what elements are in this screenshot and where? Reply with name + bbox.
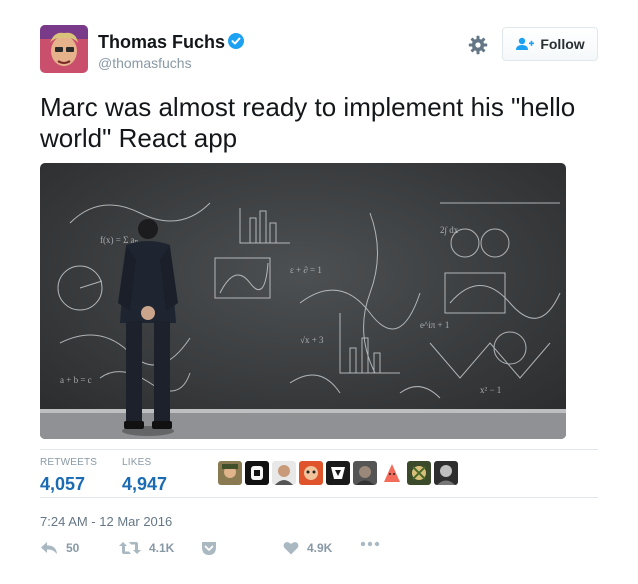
retweet-button[interactable]: 4.1K	[119, 541, 174, 555]
svg-text:e^iπ + 1: e^iπ + 1	[420, 320, 449, 330]
liker-avatar[interactable]	[299, 461, 323, 485]
svg-text:√x + 3: √x + 3	[300, 335, 324, 345]
follow-label: Follow	[540, 36, 585, 52]
more-icon	[360, 541, 380, 547]
follow-button[interactable]: Follow	[502, 27, 598, 61]
user-avatar[interactable]	[40, 25, 88, 73]
likes-stat[interactable]: LIKES 4,947	[122, 457, 167, 495]
tweet-text: Marc was almost ready to implement his "…	[40, 92, 576, 153]
tweet-timestamp[interactable]: 7:24 AM - 12 Mar 2016	[40, 514, 172, 529]
liker-avatar[interactable]	[353, 461, 377, 485]
liker-avatar[interactable]	[434, 461, 458, 485]
likes-label: LIKES	[122, 457, 152, 468]
liker-avatar[interactable]	[245, 461, 269, 485]
gear-icon[interactable]	[468, 35, 488, 55]
reply-icon	[41, 542, 57, 554]
divider-bottom	[40, 497, 598, 498]
liker-avatar[interactable]	[407, 461, 431, 485]
liker-avatar[interactable]	[326, 461, 350, 485]
user-name[interactable]: Thomas Fuchs	[98, 32, 225, 53]
add-user-icon	[516, 37, 535, 50]
retweets-count: 4,057	[40, 474, 86, 494]
svg-text:2∫ dx: 2∫ dx	[440, 225, 459, 236]
liker-avatar[interactable]	[272, 461, 296, 485]
likes-count: 4,947	[122, 474, 168, 494]
pocket-icon	[202, 542, 216, 555]
liker-avatar[interactable]	[380, 461, 404, 485]
retweet-icon	[119, 542, 141, 554]
user-handle[interactable]: @thomasfuchs	[98, 55, 192, 71]
liker-avatar[interactable]	[218, 461, 242, 485]
verified-badge-icon	[228, 33, 244, 49]
tweet-image[interactable]: f(x) = Σ aₙ ε + ∂ = 1 2∫ dx e^iπ + 1 √x …	[40, 163, 566, 439]
like-count: 4.9K	[307, 541, 333, 555]
retweet-count: 4.1K	[149, 541, 175, 555]
svg-text:a + b = c: a + b = c	[60, 375, 92, 385]
svg-text:ε + ∂ = 1: ε + ∂ = 1	[290, 265, 322, 275]
more-button[interactable]	[360, 541, 388, 547]
divider-top	[40, 449, 598, 450]
heart-icon	[283, 542, 299, 555]
reply-count: 50	[66, 541, 80, 555]
retweets-label: RETWEETS	[40, 457, 98, 468]
like-button[interactable]: 4.9K	[283, 541, 332, 555]
retweets-stat[interactable]: RETWEETS 4,057	[40, 457, 97, 495]
svg-text:x² − 1: x² − 1	[480, 385, 501, 395]
reply-button[interactable]: 50	[40, 541, 79, 555]
liker-avatars	[218, 461, 458, 485]
save-button[interactable]	[201, 541, 225, 556]
